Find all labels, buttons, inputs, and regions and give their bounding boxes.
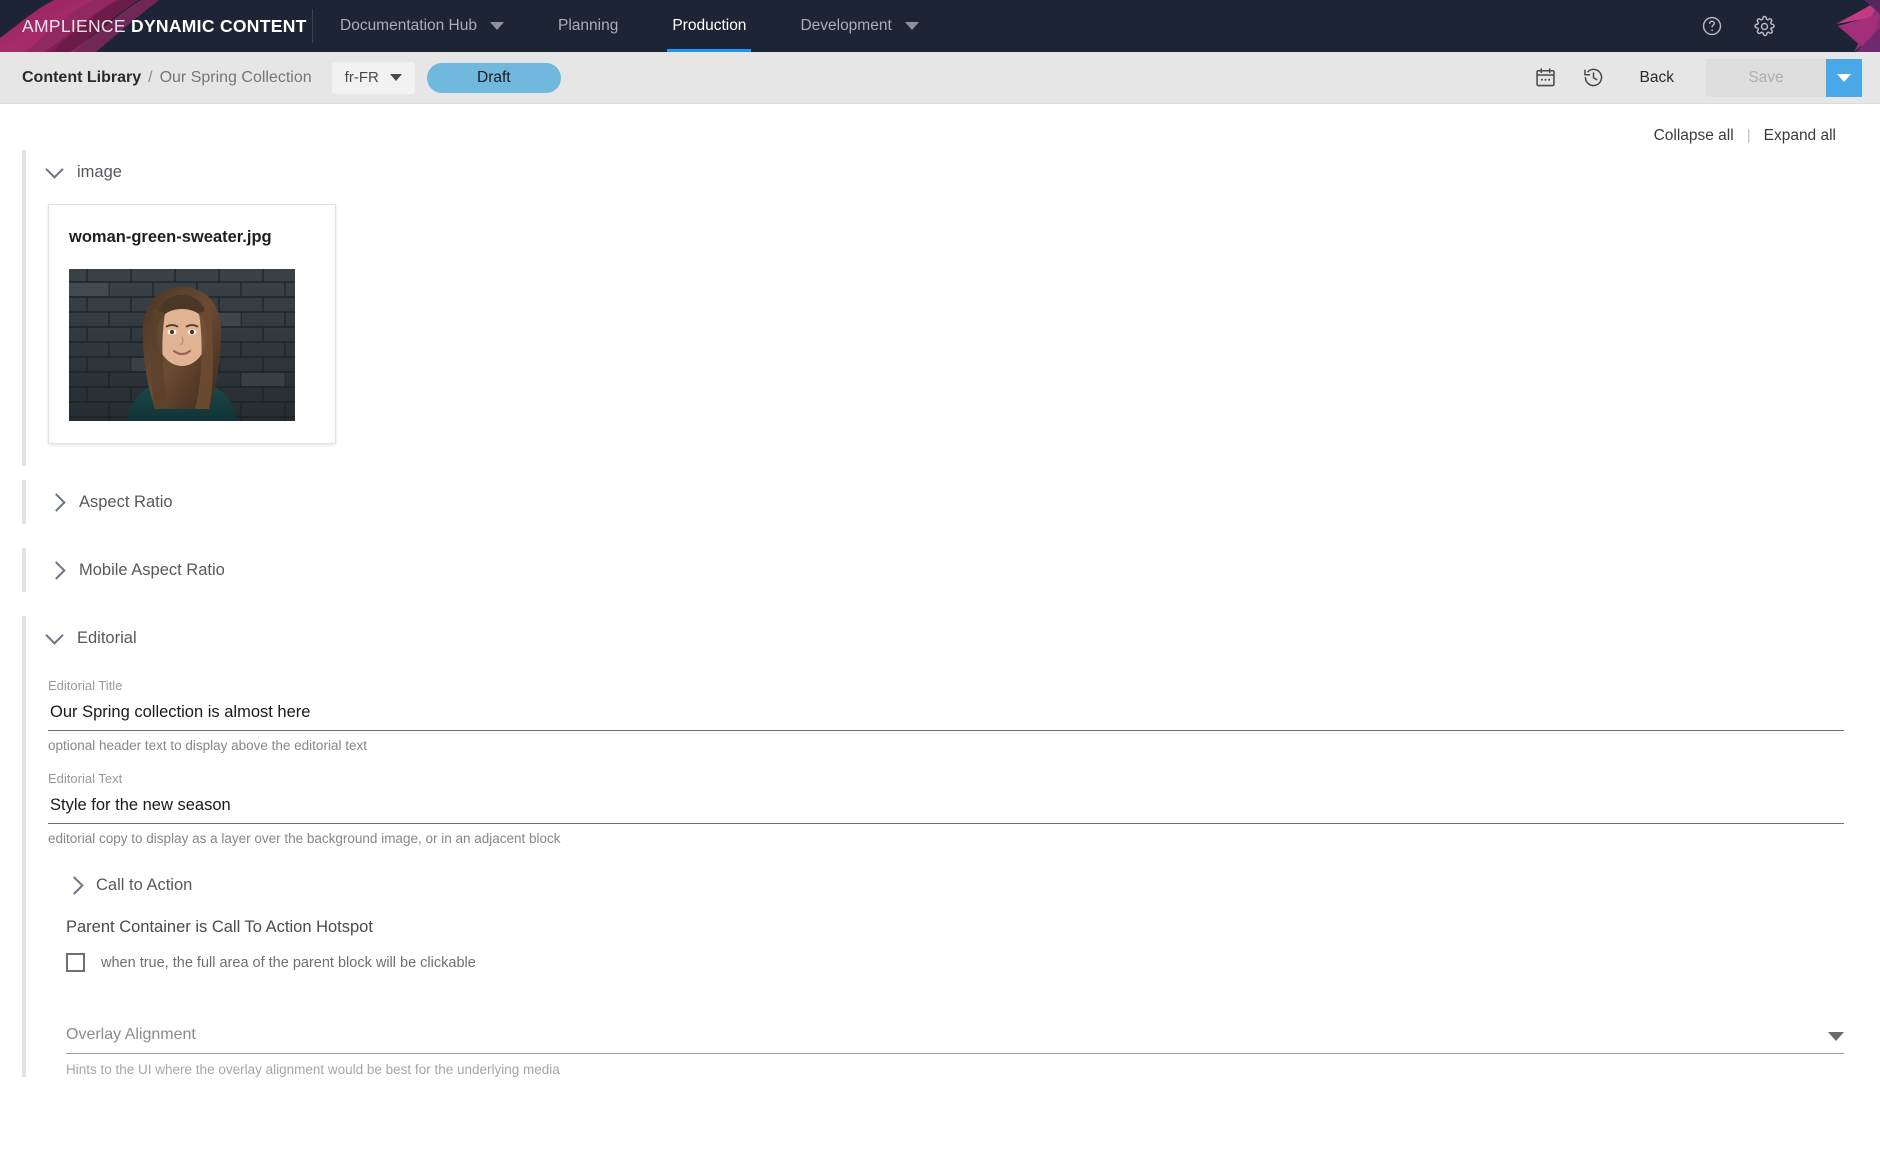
nav-right-actions: Log out — [1686, 0, 1880, 52]
save-options-button[interactable] — [1826, 58, 1862, 97]
hotspot-field: Parent Container is Call To Action Hotsp… — [29, 906, 1880, 972]
breadcrumb: Content Library / Our Spring Collection — [22, 69, 312, 87]
chevron-right-icon — [65, 875, 84, 895]
chevron-down-icon — [45, 626, 64, 645]
top-navigation-bar: AMPLIENCE DYNAMIC CONTENT Documentation … — [0, 0, 1880, 52]
brand-logo[interactable]: AMPLIENCE DYNAMIC CONTENT — [0, 0, 312, 52]
subsection-call-to-action-header[interactable]: Call to Action — [29, 864, 1880, 906]
logout-button[interactable]: Log out — [1790, 0, 1880, 52]
chevron-down-icon — [45, 160, 64, 179]
subsection-call-to-action-title: Call to Action — [96, 875, 193, 894]
editorial-text-input[interactable] — [48, 796, 1844, 824]
version-history-button[interactable] — [1570, 58, 1618, 98]
nav-tab-label: Planning — [558, 17, 619, 34]
chevron-right-icon — [47, 492, 66, 512]
editorial-title-field: Editorial Title optional header text to … — [29, 674, 1880, 753]
back-label: Back — [1639, 68, 1674, 86]
nav-tab-planning[interactable]: Planning — [531, 0, 645, 52]
nav-tab-production[interactable]: Production — [645, 0, 773, 52]
nav-tab-development[interactable]: Development — [773, 0, 945, 52]
section-mobile-aspect-ratio: Mobile Aspect Ratio — [0, 548, 1880, 592]
hotspot-checkbox-row: when true, the full area of the parent b… — [66, 953, 1880, 972]
breadcrumb-current: Our Spring Collection — [159, 68, 312, 86]
chevron-down-icon — [1828, 1032, 1844, 1041]
chevron-down-icon — [904, 22, 919, 30]
overlay-alignment-field: Overlay Alignment Hints to the UI where … — [29, 1026, 1880, 1077]
image-card-wrapper: woman-green-sweater.jpg — [29, 194, 1880, 462]
expandbar-separator: | — [1746, 127, 1751, 144]
hotspot-checkbox[interactable] — [66, 953, 85, 972]
section-accent-bar — [22, 548, 26, 592]
section-mobile-aspect-ratio-header[interactable]: Mobile Aspect Ratio — [29, 548, 1880, 592]
expand-all-link[interactable]: Expand all — [1764, 127, 1836, 145]
help-button[interactable] — [1686, 0, 1738, 52]
brand-prefix: AMPLIENCE — [22, 15, 126, 36]
editorial-text-hint: editorial copy to display as a layer ove… — [48, 831, 561, 846]
gear-icon — [1754, 15, 1775, 36]
image-thumbnail[interactable] — [69, 269, 295, 421]
section-image-header[interactable]: image — [29, 150, 1880, 194]
hotspot-title: Parent Container is Call To Action Hotsp… — [66, 918, 373, 936]
calendar-icon — [1536, 68, 1555, 87]
section-editorial: Editorial Editorial Title optional heade… — [0, 616, 1880, 1077]
chevron-down-icon — [1837, 73, 1851, 82]
back-button[interactable]: Back — [1618, 60, 1696, 96]
section-aspect-ratio: Aspect Ratio — [0, 480, 1880, 524]
editorial-title-input[interactable] — [48, 703, 1844, 731]
history-revert-icon — [1584, 68, 1603, 87]
overlay-alignment-select[interactable]: Overlay Alignment — [66, 1026, 1844, 1054]
chevron-down-icon — [389, 74, 402, 81]
breadcrumb-separator: / — [148, 68, 153, 86]
content-form: image woman-green-sweater.jpg Aspect Rat… — [0, 150, 1880, 1077]
chevron-right-icon — [47, 560, 66, 580]
primary-nav-tabs: Documentation Hub Planning Production De… — [313, 0, 1686, 52]
nav-tab-label: Development — [800, 17, 892, 34]
logout-label: Log out — [1804, 17, 1856, 34]
section-editorial-header[interactable]: Editorial — [29, 616, 1880, 660]
editorial-text-field: Editorial Text editorial copy to display… — [29, 767, 1880, 846]
section-mobile-aspect-ratio-title: Mobile Aspect Ratio — [79, 560, 225, 579]
section-accent-bar — [22, 150, 26, 466]
locale-label: fr-FR — [344, 69, 379, 86]
section-editorial-title: Editorial — [77, 628, 137, 647]
image-filename: woman-green-sweater.jpg — [69, 228, 272, 246]
brand-logo-text: AMPLIENCE DYNAMIC CONTENT — [22, 16, 307, 37]
editorial-title-label: Editorial Title — [48, 678, 123, 693]
nav-tab-label: Production — [672, 17, 747, 34]
breadcrumb-root[interactable]: Content Library — [22, 69, 141, 87]
question-circle-icon — [1703, 16, 1722, 36]
settings-button[interactable] — [1738, 0, 1790, 52]
schedule-button[interactable] — [1522, 58, 1570, 98]
expand-collapse-bar: Collapse all | Expand all — [0, 104, 1880, 150]
editorial-title-hint: optional header text to display above th… — [48, 738, 367, 753]
content-subheader: Content Library / Our Spring Collection … — [0, 52, 1880, 104]
section-accent-bar — [22, 480, 26, 524]
save-button[interactable]: Save — [1706, 58, 1826, 97]
nav-tab-label: Documentation Hub — [340, 17, 477, 34]
hotspot-hint: when true, the full area of the parent b… — [101, 954, 476, 971]
section-accent-bar — [22, 616, 26, 1077]
subheader-actions: Back Save — [1522, 58, 1862, 98]
section-image: image woman-green-sweater.jpg — [0, 150, 1880, 466]
section-image-title: image — [77, 162, 122, 181]
locale-selector[interactable]: fr-FR — [331, 61, 415, 94]
section-aspect-ratio-header[interactable]: Aspect Ratio — [29, 480, 1880, 524]
collapse-all-link[interactable]: Collapse all — [1654, 127, 1734, 145]
editorial-text-label: Editorial Text — [48, 771, 123, 786]
woman-portrait-image — [69, 269, 295, 421]
overlay-alignment-hint: Hints to the UI where the overlay alignm… — [66, 1062, 560, 1077]
save-button-group: Save — [1706, 58, 1862, 97]
brand-suffix: DYNAMIC CONTENT — [131, 15, 307, 36]
status-badge-label: Draft — [477, 68, 511, 86]
chevron-down-icon — [490, 22, 504, 30]
nav-tab-documentation-hub[interactable]: Documentation Hub — [313, 0, 531, 52]
overlay-alignment-label: Overlay Alignment — [66, 1026, 196, 1043]
section-aspect-ratio-title: Aspect Ratio — [79, 492, 173, 511]
image-asset-card[interactable]: woman-green-sweater.jpg — [48, 204, 336, 444]
status-badge[interactable]: Draft — [426, 62, 561, 93]
